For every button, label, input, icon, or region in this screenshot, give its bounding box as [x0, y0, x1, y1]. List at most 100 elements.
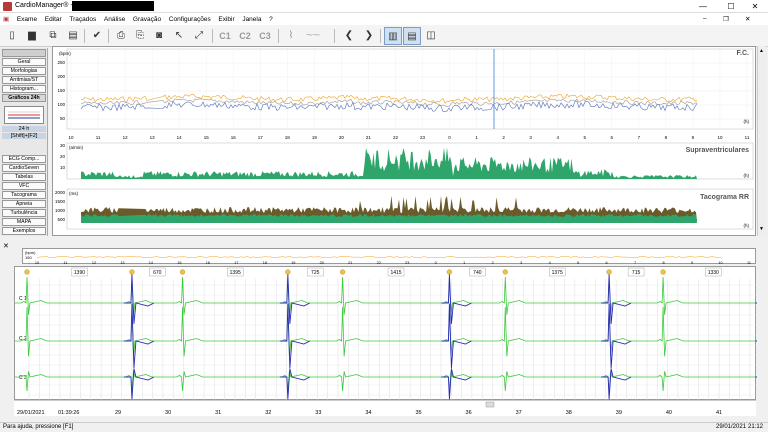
ecg-start-time: 01:39:26 — [58, 410, 79, 416]
mdi-restore-button[interactable]: ❐ — [720, 13, 732, 25]
sidebar-item-apneia[interactable]: Apneia — [2, 200, 46, 208]
sidebar-item-arritmias[interactable]: Arritmias/ST — [2, 76, 46, 84]
open-folder-icon[interactable]: ▆ — [23, 27, 41, 45]
app-menu-icon[interactable]: ▣ — [0, 13, 12, 25]
menu-exame[interactable]: Exame — [14, 14, 40, 25]
beat-marker-icon[interactable] — [660, 269, 666, 275]
ecg-second-label: 40 — [666, 410, 672, 416]
beat-marker-icon[interactable] — [179, 269, 186, 275]
camera-icon[interactable]: ◙ — [150, 27, 168, 45]
ecg-trace-blue — [123, 368, 155, 400]
strip-hour-label: 8 — [662, 261, 664, 265]
ecg-wave-icon[interactable]: ⌇ — [282, 27, 300, 45]
ecg-waveforms — [15, 274, 768, 400]
layout-split-horizontal-icon[interactable]: ▤ — [403, 27, 421, 45]
close-pane-icon[interactable]: ✕ — [3, 242, 9, 250]
beat-marker-icon[interactable] — [129, 269, 135, 275]
ecg-trace-blue — [441, 368, 472, 400]
menu-janela[interactable]: Janela — [239, 14, 264, 25]
fc-ytick-150: 150 — [57, 88, 65, 93]
new-document-icon[interactable]: ▯ — [3, 27, 21, 45]
supraventricular-chart: (a/min) Supraventriculares 30 20 10 (h) — [60, 142, 754, 180]
beat-marker-icon[interactable] — [339, 269, 346, 275]
hour-tick-label: 16 — [231, 135, 237, 140]
fc-chart: (bpm) F.C. 250 200 150 100 50 (h) — [57, 48, 754, 130]
channel-c1-button[interactable]: C1 — [216, 27, 234, 45]
menu-gravacao[interactable]: Gravação — [130, 14, 164, 25]
app-icon[interactable] — [3, 2, 12, 11]
menu-help[interactable]: ? — [266, 14, 276, 25]
sidebar-item-exemplos[interactable]: Exemplos — [2, 227, 46, 235]
toolbar-separator — [212, 29, 213, 43]
caliper-icon[interactable]: ⤢ — [190, 27, 208, 45]
sv-hour-unit: (h) — [744, 173, 750, 178]
chevron-left-icon[interactable]: ❮ — [340, 27, 358, 45]
strip-hour-label: 20 — [320, 261, 324, 265]
minimize-button[interactable]: — — [690, 0, 716, 13]
sidebar-item-vfc[interactable]: VFC — [2, 182, 46, 190]
hr-overview-strip[interactable]: (bpm) 150 10 11 12 13 14 15 16 17 18 19 20 21 22 23 0 1… — [22, 248, 756, 265]
beat-marker-icon[interactable] — [285, 269, 291, 275]
beat-marker-icon[interactable] — [446, 269, 453, 275]
hour-tick-label: 17 — [258, 135, 264, 140]
sidebar-header — [2, 49, 46, 57]
strip-hour-label: 1 — [463, 261, 465, 265]
rr-ytick-2000: 2000 — [55, 190, 66, 195]
rr-unit-label: (ms) — [69, 191, 78, 196]
checkmark-icon[interactable]: ✔ — [88, 27, 106, 45]
ecg-traces-panel[interactable]: 1390670139572514157401375715133073013006… — [14, 266, 768, 401]
copy-icon[interactable]: ⧉ — [44, 27, 62, 45]
pointer-icon[interactable]: ↖ — [170, 27, 188, 45]
fc-ytick-100: 100 — [57, 102, 65, 107]
mdi-close-button[interactable]: ✕ — [742, 13, 753, 25]
maximize-button[interactable]: ☐ — [718, 0, 744, 13]
scroll-down-icon[interactable]: ▼ — [759, 226, 764, 232]
sidebar-item-ecg-comp[interactable]: ECG Comp... — [2, 155, 46, 163]
channel-c2-button[interactable]: C2 — [236, 27, 254, 45]
scroll-up-icon[interactable]: ▲ — [759, 48, 764, 54]
beat-marker-icon[interactable] — [606, 269, 612, 275]
channel-c3-button[interactable]: C3 — [256, 27, 274, 45]
menu-editar[interactable]: Editar — [42, 14, 65, 25]
ecg-strip-icon[interactable]: ⁓⁓ — [300, 27, 326, 45]
sidebar-item-morfologias[interactable]: Morfologias — [2, 67, 46, 75]
print-preview-icon[interactable]: ⎘ — [131, 27, 149, 45]
rr-interval-value: 715 — [632, 270, 641, 276]
layout-split-vertical-icon[interactable]: ▥ — [384, 27, 402, 45]
sidebar-item-graficos-24h[interactable]: Gráficos 24h — [2, 94, 46, 102]
sidebar-item-geral[interactable]: Geral — [2, 58, 46, 66]
ecg-trace-blue — [279, 274, 311, 324]
ecg-date: 29/01/2021 — [17, 410, 45, 416]
hour-tick-label: 22 — [393, 135, 399, 140]
beat-marker-icon[interactable] — [502, 269, 508, 275]
report-icon[interactable]: ▤ — [64, 27, 82, 45]
chevron-right-icon[interactable]: ❯ — [360, 27, 378, 45]
sidebar-item-cardioseven[interactable]: CardioSeven — [2, 164, 46, 172]
menu-analise[interactable]: Análise — [101, 14, 128, 25]
graficos-thumbnail[interactable] — [4, 106, 44, 124]
sidebar-item-tacograma[interactable]: Tacograma — [2, 191, 46, 199]
rr-interval-value: 740 — [473, 270, 482, 276]
layout-side-panel-icon[interactable]: ◫ — [422, 27, 440, 45]
menu-tracados[interactable]: Traçados — [66, 14, 99, 25]
status-date: 29/01/2021 — [716, 424, 747, 430]
sidebar-item-histogramas[interactable]: Histogram... — [2, 85, 46, 93]
print-icon[interactable]: ⎙ — [112, 27, 130, 45]
strip-hour-label: 12 — [92, 261, 96, 265]
hour-tick-label: 19 — [312, 135, 318, 140]
ecg-second-label: 41 — [716, 410, 722, 416]
sidebar-item-tabelas[interactable]: Tabelas — [2, 173, 46, 181]
ecg-scroll-thumb[interactable] — [485, 401, 495, 408]
vertical-scrollbar[interactable]: ▲ ▼ — [757, 46, 766, 236]
close-button[interactable]: ✕ — [742, 0, 768, 13]
beat-marker-icon[interactable] — [24, 269, 30, 275]
ecg-second-label: 39 — [616, 410, 622, 416]
sidebar-item-turbulencia[interactable]: Turbulência — [2, 209, 46, 217]
charts-24h-panel[interactable]: (bpm) F.C. 250 200 150 100 50 (h) 10 11 12… — [52, 46, 756, 236]
mdi-minimize-button[interactable]: – — [700, 13, 710, 24]
hour-tick-label: 4 — [556, 135, 559, 140]
menu-configuracoes[interactable]: Configurações — [166, 14, 214, 25]
menu-exibir[interactable]: Exibir — [215, 14, 237, 25]
strip-hour-label: 11 — [747, 261, 751, 265]
sidebar-item-mapa[interactable]: MAPA — [2, 218, 46, 226]
